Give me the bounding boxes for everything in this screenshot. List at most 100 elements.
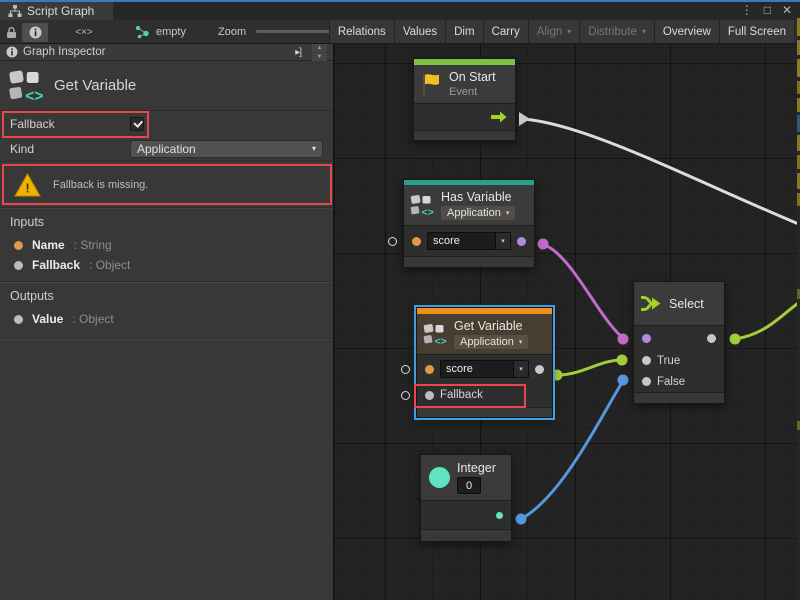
chevron-down-icon: ▾ [312,144,316,153]
inspector-header: Graph Inspector ▸] ▲ ▼ [0,44,333,61]
tab-script-graph[interactable]: Script Graph [0,2,113,20]
flag-icon [420,72,442,97]
script-graph-window: Script Graph ⋮ □ ✕ [0,0,800,600]
zoom-label: Zoom [218,26,246,38]
window-menu-icon[interactable]: ⋮ [741,2,753,18]
io-row-fallback: Fallback : Object [0,255,333,275]
false-input-port[interactable] [642,377,651,386]
select-merge-icon [640,293,662,314]
warning-text: Fallback is missing. [53,179,148,191]
align-dropdown[interactable]: Align ▾ [528,20,580,43]
wire-layer [335,44,800,600]
dock-panel-icon[interactable]: ▸] [295,47,301,58]
kind-row: Kind Application ▾ [0,136,333,161]
integer-type-icon [429,467,450,488]
fallback-option-row: Fallback [0,111,333,136]
variables-icon: <> [423,323,447,346]
node-has-variable[interactable]: <> Has Variable Application ▾ score ▾ [403,179,535,268]
maximize-icon[interactable]: □ [764,2,771,18]
fallback-port-label: Fallback [440,389,483,401]
values-button[interactable]: Values [394,20,445,43]
kind-label: Kind [10,142,130,156]
control-wire-start-arrow [519,112,530,126]
close-icon[interactable]: ✕ [782,2,792,18]
name-input-port[interactable] [425,365,434,374]
outputs-header: Outputs [0,283,333,309]
wire-endpoint [618,334,629,345]
kind-value: Application [137,142,312,156]
scroll-up-icon[interactable]: ▲ [312,44,327,52]
integer-output-port[interactable] [496,512,503,519]
node-title: Has Variable [441,190,512,204]
node-subtitle: Event [449,86,477,98]
relations-button[interactable]: Relations [329,20,394,43]
chevron-down-icon: ▾ [519,338,523,346]
control-output-port[interactable] [490,111,507,123]
graph-canvas[interactable]: On Start Event [335,44,800,600]
node-footer [414,130,515,140]
kind-dropdown[interactable]: Application ▾ [130,140,323,158]
unconnected-port-ring [401,365,410,374]
variables-icon: <> [8,69,44,103]
lock-button[interactable] [3,23,20,42]
chevron-down-icon: ▾ [567,27,571,36]
chevron-down-icon: ▾ [506,209,510,217]
unconnected-port-ring [401,391,410,400]
node-select[interactable]: Select True False [633,281,725,404]
lock-icon [6,26,17,39]
wire-endpoint [516,514,527,525]
object-port-icon [14,315,23,324]
fullscreen-button[interactable]: Full Screen [719,20,795,43]
scroll-down-icon[interactable]: ▼ [312,53,327,61]
wire-endpoint [618,375,629,386]
kind-pill-dropdown[interactable]: Application ▾ [454,335,528,349]
false-port-label: False [657,376,685,388]
variable-name-field[interactable]: score ▾ [440,360,529,378]
svg-text:<>: <> [422,206,434,217]
fallback-checkbox[interactable] [130,117,144,131]
code-view-button[interactable]: <×> [66,23,102,42]
node-on-start[interactable]: On Start Event [413,58,516,141]
kind-pill-dropdown[interactable]: Application ▾ [441,206,515,220]
divider [0,338,333,340]
node-get-variable[interactable]: <> Get Variable Application ▾ score ▾ [416,307,553,418]
integer-value-field[interactable]: 0 [457,477,481,494]
node-integer[interactable]: Integer 0 [420,454,512,542]
node-footer [421,529,511,541]
name-input-port[interactable] [412,237,421,246]
toolbar-buttons: Relations Values Dim Carry Align ▾ Distr… [329,20,795,43]
code-icon: <×> [75,27,93,38]
selection-output-port[interactable] [707,334,716,343]
distribute-dropdown[interactable]: Distribute ▾ [579,20,654,43]
graph-reference-icon [135,25,150,39]
chevron-down-icon[interactable]: ▾ [495,233,510,249]
carry-button[interactable]: Carry [483,20,528,43]
panel-scroll-buttons: ▲ ▼ [312,44,327,61]
inspector-title: Graph Inspector [23,46,105,58]
true-input-port[interactable] [642,356,651,365]
wire-endpoint [730,334,741,345]
info-icon [29,26,42,39]
chevron-down-icon: ▾ [642,27,646,36]
node-footer [634,392,724,403]
tab-title: Script Graph [27,4,94,18]
dim-button[interactable]: Dim [445,20,482,43]
condition-input-port[interactable] [642,334,651,343]
io-row-value: Value : Object [0,309,333,329]
value-output-port[interactable] [535,365,544,374]
svg-text:!: ! [25,181,29,196]
fallback-option-label: Fallback [10,117,130,131]
wire-hasvariable-select [543,244,623,338]
wire-endpoint [552,370,563,381]
variable-name-field[interactable]: score ▾ [427,232,511,250]
info-toggle-button[interactable] [22,23,48,42]
chevron-down-icon[interactable]: ▾ [513,361,528,377]
bool-output-port[interactable] [517,237,526,246]
overview-button[interactable]: Overview [654,20,719,43]
graph-reference-label[interactable]: empty [156,26,186,38]
wire-endpoint [538,239,549,250]
wire-endpoint [617,355,628,366]
wire-select-output [735,301,800,339]
unit-title-block: <> Get Variable [0,61,333,111]
fallback-input-port[interactable] [425,391,434,400]
